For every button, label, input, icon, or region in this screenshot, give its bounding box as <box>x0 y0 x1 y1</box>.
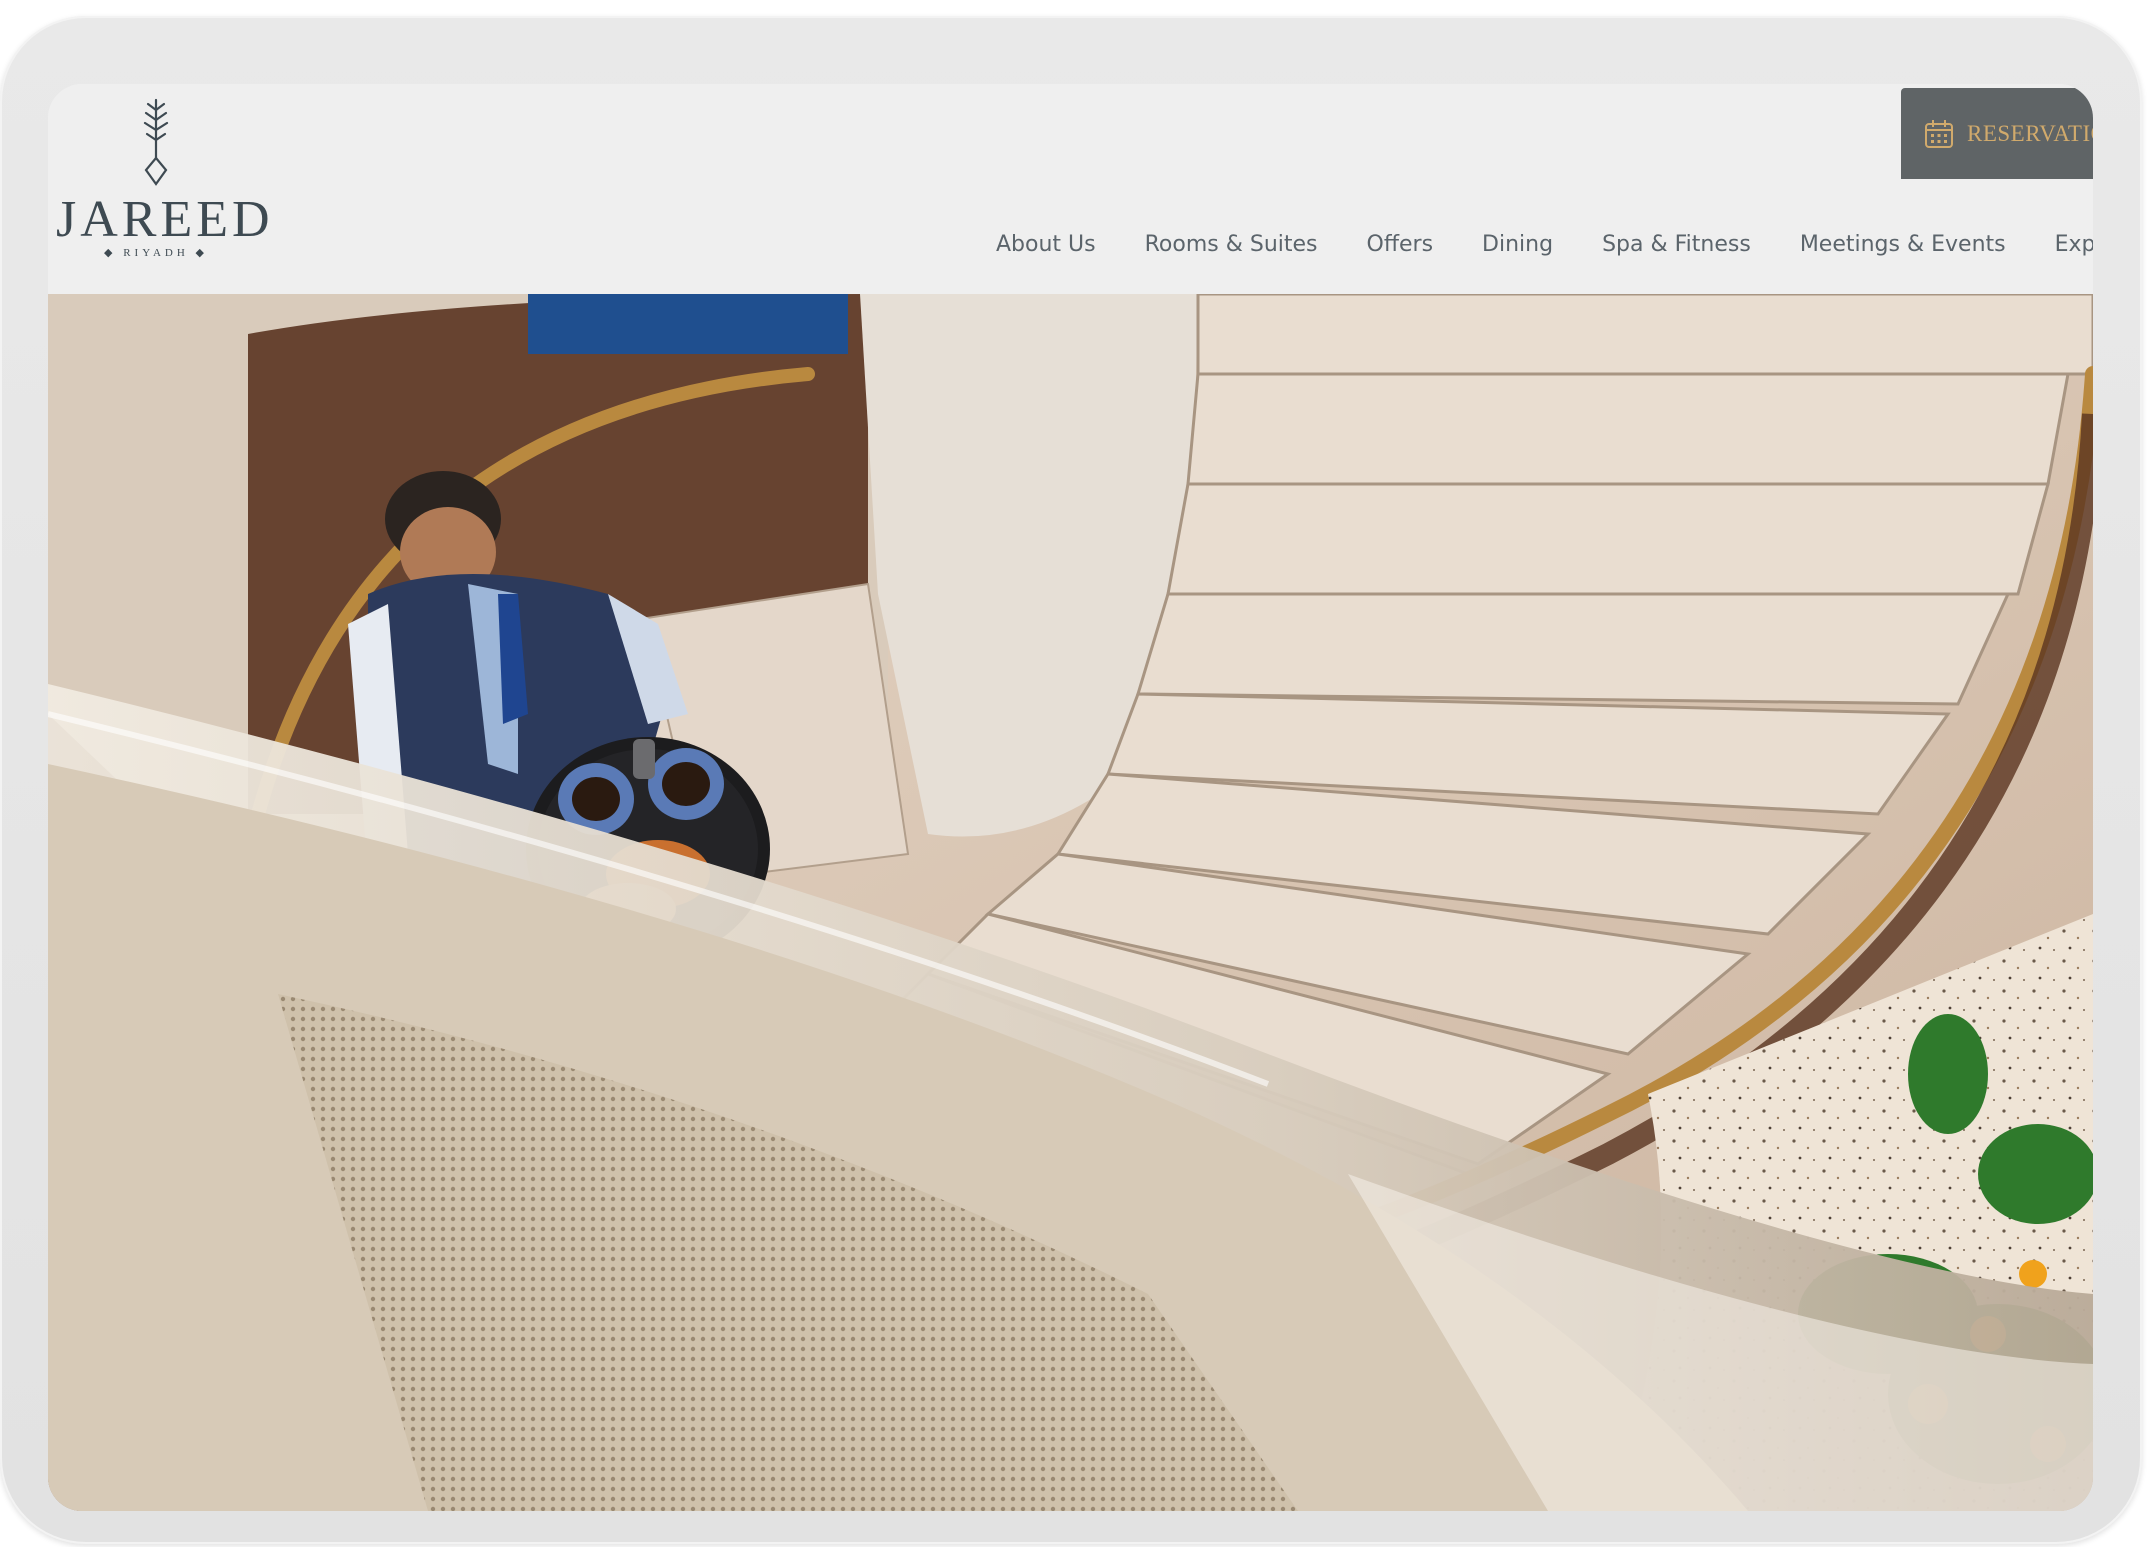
spiral-staircase-photo <box>48 294 2093 1511</box>
nav-offers[interactable]: Offers <box>1367 225 1434 265</box>
nav-dining[interactable]: Dining <box>1482 225 1553 265</box>
main-nav: About Us Rooms & Suites Offers Dining Sp… <box>996 225 2093 265</box>
hero-image <box>48 294 2093 1511</box>
nav-rooms-suites[interactable]: Rooms & Suites <box>1145 225 1318 265</box>
reservations-button[interactable]: RESERVATIONS <box>1901 88 2093 179</box>
logo-wordmark: JAREED <box>56 191 274 248</box>
calendar-icon <box>1925 119 1953 148</box>
tree-key-icon <box>143 98 169 186</box>
tablet-frame: JAREED ◆ RIYADH ◆ RESERVATI About Us Roo… <box>0 16 2142 1544</box>
logo-city: RIYADH <box>123 247 189 259</box>
nav-about-us[interactable]: About Us <box>996 225 1096 265</box>
site-header: JAREED ◆ RIYADH ◆ RESERVATI About Us Roo… <box>48 84 2093 294</box>
reservations-label: RESERVATIONS <box>1967 120 2093 146</box>
nav-experiences[interactable]: Experiences <box>2055 225 2093 265</box>
jareed-logo[interactable]: JAREED ◆ RIYADH ◆ <box>56 98 274 278</box>
nav-spa-fitness[interactable]: Spa & Fitness <box>1602 225 1751 265</box>
nav-meetings-events[interactable]: Meetings & Events <box>1800 225 2006 265</box>
browser-viewport: JAREED ◆ RIYADH ◆ RESERVATI About Us Roo… <box>48 84 2093 1511</box>
